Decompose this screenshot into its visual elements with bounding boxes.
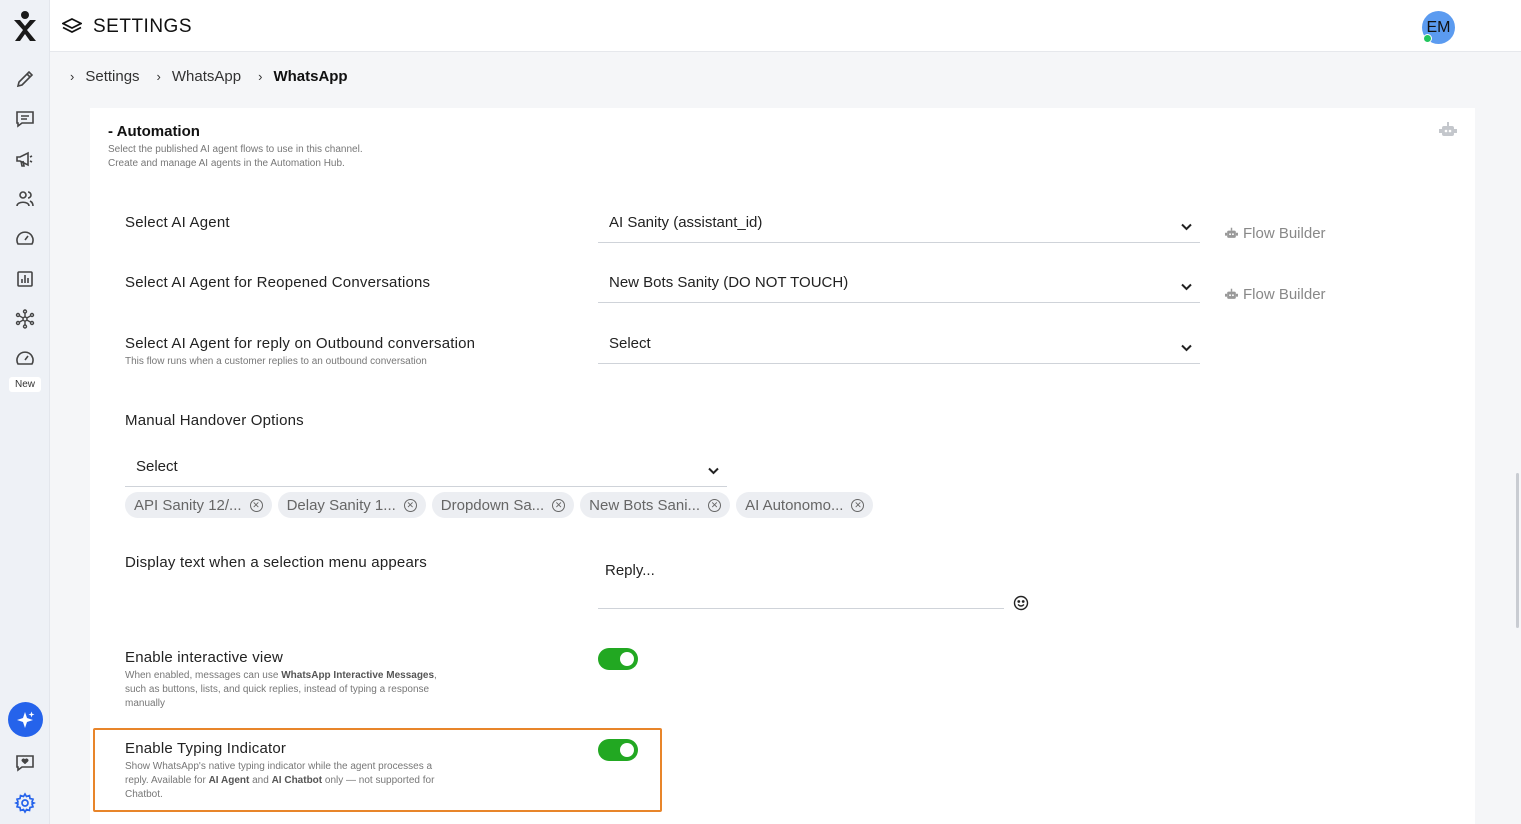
edit-icon[interactable]	[12, 66, 38, 92]
ai-agent-value: AI Sanity (assistant_id)	[609, 214, 763, 231]
handover-chip: Dropdown Sa... ✕	[431, 492, 575, 518]
page-title: SETTINGS	[93, 16, 193, 37]
chevron-down-icon	[1181, 218, 1192, 235]
display-text-underline	[598, 608, 1004, 609]
speedometer-icon[interactable]	[12, 346, 38, 372]
outbound-agent-select[interactable]: Select	[598, 324, 1200, 364]
ai-assistant-icon[interactable]	[8, 702, 43, 737]
remove-chip-icon[interactable]: ✕	[249, 498, 263, 512]
vertical-scrollbar[interactable]	[1516, 473, 1519, 628]
chevron-right-icon: ›	[258, 69, 263, 84]
handover-chip: Delay Sanity 1... ✕	[277, 492, 426, 518]
flow-builder-label[interactable]: Flow Builder	[1243, 225, 1326, 242]
chevron-down-icon	[708, 462, 719, 479]
ai-agent-label: Select AI Agent	[125, 214, 230, 231]
layers-icon	[61, 18, 83, 41]
top-bar: SETTINGS	[50, 0, 1521, 52]
outbound-agent-label: Select AI Agent for reply on Outbound co…	[125, 335, 476, 352]
handover-select[interactable]: Select	[125, 447, 727, 487]
online-status-dot	[1423, 34, 1432, 43]
breadcrumb: › Settings › WhatsApp › WhatsApp	[50, 52, 1521, 101]
ai-agent-select[interactable]: AI Sanity (assistant_id)	[598, 203, 1200, 243]
breadcrumb-item-whatsapp[interactable]: › WhatsApp	[157, 68, 242, 85]
remove-chip-icon[interactable]: ✕	[403, 498, 417, 512]
new-badge: New	[9, 377, 41, 392]
highlight-box	[93, 728, 662, 812]
handover-chips: API Sanity 12/... ✕ Delay Sanity 1... ✕ Dr…	[125, 492, 879, 518]
feedback-icon[interactable]	[12, 750, 38, 776]
app-logo-icon[interactable]	[11, 10, 39, 42]
contacts-icon[interactable]	[12, 186, 38, 212]
robot-icon	[1438, 121, 1458, 144]
display-text-label: Display text when a selection menu appea…	[125, 554, 427, 571]
network-icon[interactable]	[12, 306, 38, 332]
flow-builder-link-2[interactable]: Flow Builder	[1224, 286, 1326, 303]
remove-chip-icon[interactable]: ✕	[552, 498, 566, 512]
reopened-agent-value: New Bots Sanity (DO NOT TOUCH)	[609, 274, 849, 291]
outbound-agent-value: Select	[609, 335, 651, 352]
handover-chip: API Sanity 12/... ✕	[125, 492, 272, 518]
remove-chip-icon[interactable]: ✕	[851, 498, 865, 512]
chevron-down-icon	[1181, 278, 1192, 295]
megaphone-icon[interactable]	[12, 146, 38, 172]
chat-icon[interactable]	[12, 106, 38, 132]
display-text-input[interactable]: Reply...	[605, 562, 655, 579]
chevron-down-icon	[1181, 339, 1192, 356]
left-sidebar: New	[0, 0, 50, 824]
outbound-agent-help: This flow runs when a customer replies t…	[125, 356, 427, 367]
reopened-agent-label: Select AI Agent for Reopened Conversatio…	[125, 274, 431, 291]
settings-gear-icon[interactable]	[12, 790, 38, 816]
section-title[interactable]: - Automation	[108, 123, 200, 140]
dashboard-icon[interactable]	[12, 226, 38, 252]
breadcrumb-item-current: › WhatsApp	[258, 68, 348, 85]
handover-chip: New Bots Sani... ✕	[580, 492, 731, 518]
breadcrumb-item-settings[interactable]: › Settings	[70, 68, 140, 85]
flow-builder-link-1[interactable]: Flow Builder	[1224, 225, 1326, 242]
interactive-view-toggle[interactable]	[598, 648, 638, 670]
remove-chip-icon[interactable]: ✕	[708, 498, 722, 512]
emoji-icon[interactable]	[1013, 595, 1029, 616]
interactive-view-help: When enabled, messages can use WhatsApp …	[125, 670, 437, 709]
flow-builder-label[interactable]: Flow Builder	[1243, 286, 1326, 303]
section-description: Select the published AI agent flows to u…	[108, 144, 363, 169]
reports-icon[interactable]	[12, 266, 38, 292]
chevron-right-icon: ›	[156, 69, 161, 84]
toggle-knob	[620, 652, 634, 666]
handover-value: Select	[136, 458, 178, 475]
handover-label: Manual Handover Options	[125, 412, 304, 429]
chevron-right-icon: ›	[70, 69, 75, 84]
handover-chip: AI Autonomo... ✕	[736, 492, 874, 518]
reopened-agent-select[interactable]: New Bots Sanity (DO NOT TOUCH)	[598, 263, 1200, 303]
interactive-view-label: Enable interactive view	[125, 649, 284, 666]
